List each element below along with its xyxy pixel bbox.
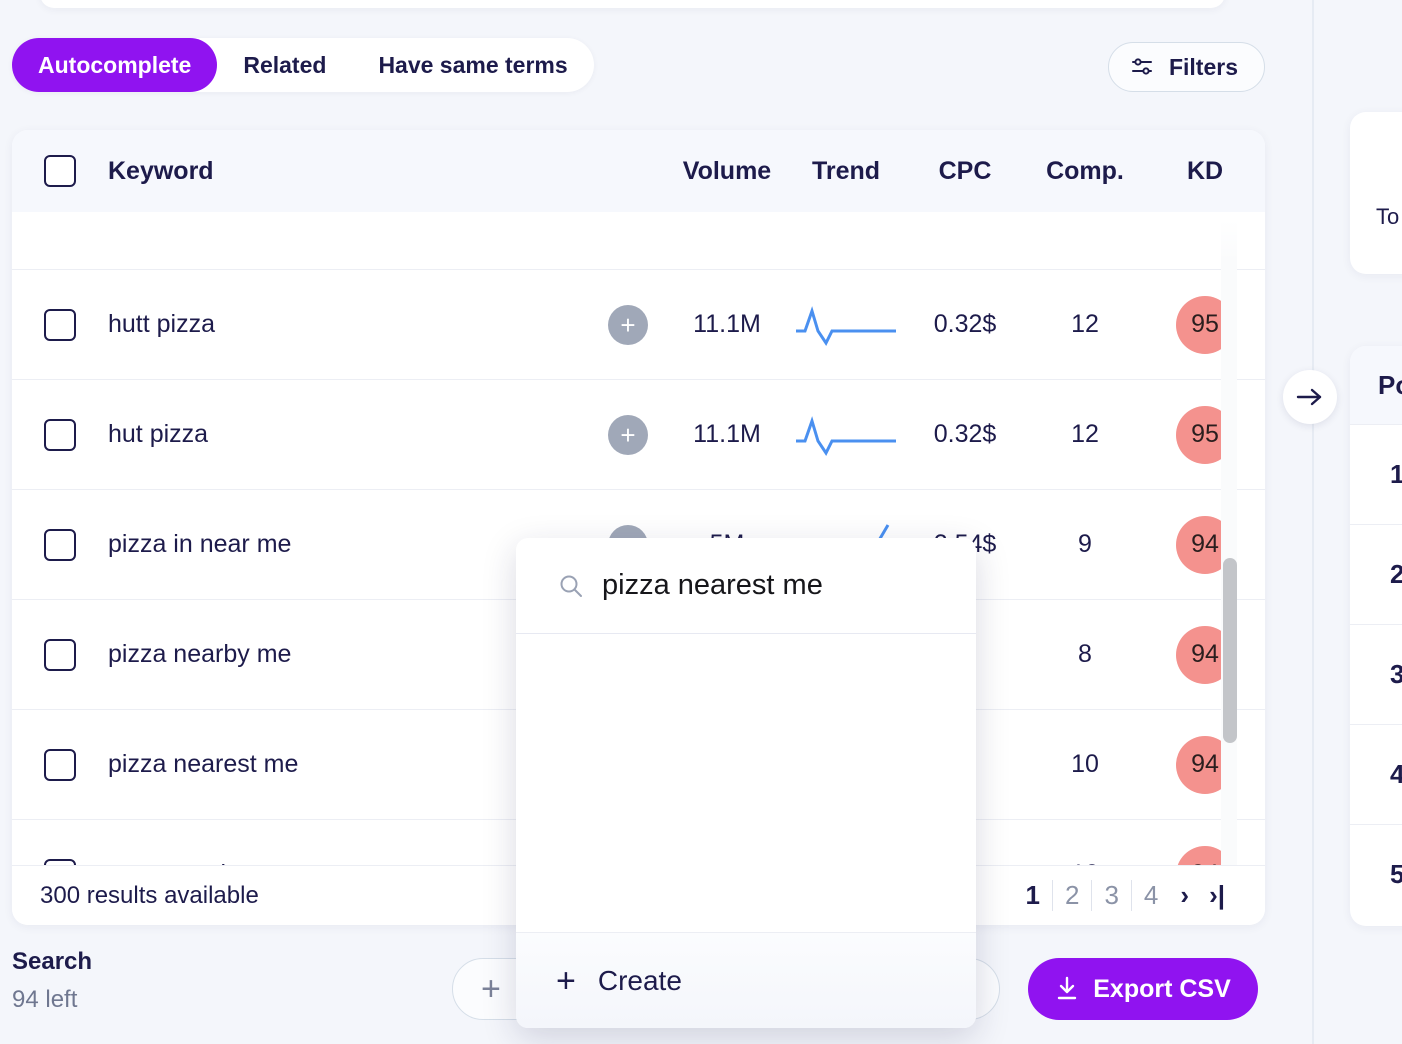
row-comp: 8 bbox=[1078, 640, 1092, 668]
row-checkbox[interactable] bbox=[44, 638, 76, 671]
row-comp: 12 bbox=[1071, 420, 1099, 448]
page-3[interactable]: 3 bbox=[1091, 880, 1130, 911]
tab-related[interactable]: Related bbox=[217, 38, 352, 92]
col-header-comp[interactable]: Comp. bbox=[1025, 157, 1145, 186]
trend-sparkline-icon bbox=[796, 415, 896, 456]
col-header-trend[interactable]: Trend bbox=[787, 157, 905, 186]
export-csv-label: Export CSV bbox=[1093, 974, 1231, 1003]
add-keyword-button[interactable]: + bbox=[608, 304, 648, 345]
create-list-label: Create bbox=[597, 964, 682, 996]
row-checkbox[interactable] bbox=[44, 748, 76, 781]
right-panel-position-row[interactable]: 3 bbox=[1350, 624, 1402, 724]
arrow-right-icon bbox=[1296, 388, 1322, 406]
search-quota-title: Search bbox=[12, 948, 93, 975]
filters-button[interactable]: Filters bbox=[1107, 42, 1265, 92]
keyword-search-popup: pizza nearest me + Create bbox=[516, 538, 976, 1028]
keyword-source-tabs: Autocomplete Related Have same terms bbox=[12, 38, 594, 92]
page-4[interactable]: 4 bbox=[1130, 880, 1170, 911]
page-1[interactable]: 1 bbox=[1014, 880, 1052, 911]
popup-results-list bbox=[516, 634, 976, 932]
row-checkbox[interactable] bbox=[44, 528, 76, 561]
app-root: Autocomplete Related Have same terms Fil… bbox=[0, 0, 1402, 1044]
col-header-kd[interactable]: KD bbox=[1145, 157, 1265, 186]
table-row[interactable]: hut pizza + 11.1M 0.32$ 12 95 bbox=[12, 380, 1265, 490]
select-all-checkbox[interactable] bbox=[44, 155, 76, 187]
right-panel-position-row[interactable]: 4 bbox=[1350, 724, 1402, 824]
table-row[interactable]: + bbox=[12, 212, 1265, 270]
plus-icon: + bbox=[556, 961, 576, 1000]
right-panel-card-top-label: To bbox=[1376, 204, 1400, 229]
row-checkbox[interactable] bbox=[44, 308, 76, 341]
add-keyword-button[interactable]: + bbox=[608, 414, 648, 455]
row-cpc: 0.32$ bbox=[933, 310, 997, 338]
row-trend bbox=[787, 303, 905, 347]
row-volume: 11.1M bbox=[693, 420, 761, 448]
sliders-icon bbox=[1131, 58, 1152, 75]
tab-have-same-terms-label: Have same terms bbox=[378, 51, 568, 78]
pagination: 1 2 3 4 › ›| bbox=[1014, 880, 1235, 911]
filters-label: Filters bbox=[1168, 53, 1238, 80]
table-header-row: Keyword Volume Trend CPC Comp. KD bbox=[12, 130, 1265, 212]
right-panel-positions-table: Po 1 2 3 4 5 bbox=[1350, 346, 1402, 926]
row-checkbox[interactable] bbox=[44, 418, 76, 451]
row-comp: 9 bbox=[1078, 530, 1092, 558]
row-trend bbox=[787, 413, 905, 457]
col-header-cpc[interactable]: CPC bbox=[905, 157, 1025, 186]
row-volume: 11.1M bbox=[693, 310, 761, 338]
select-all-cell bbox=[12, 155, 108, 187]
row-keyword: hutt pizza bbox=[108, 310, 216, 338]
search-icon bbox=[560, 575, 582, 597]
table-row[interactable]: hutt pizza + 11.1M 0.32$ 12 95 bbox=[12, 270, 1265, 380]
search-quota: Search 94 left bbox=[12, 948, 92, 1014]
search-quota-remaining: 94 left bbox=[12, 986, 78, 1013]
right-rail-divider bbox=[1312, 0, 1314, 1044]
panel-above-peek bbox=[40, 0, 1225, 8]
tab-related-label: Related bbox=[243, 51, 327, 78]
expand-panel-button[interactable] bbox=[1283, 370, 1337, 424]
table-scrollbar-thumb[interactable] bbox=[1223, 558, 1237, 743]
row-cpc: 0.32$ bbox=[933, 420, 997, 448]
row-comp: 12 bbox=[1071, 310, 1099, 338]
right-panel-positions-header: Po bbox=[1350, 346, 1402, 424]
results-count: 300 results available bbox=[40, 881, 259, 909]
next-page-button[interactable]: › bbox=[1170, 880, 1199, 911]
popup-search-field[interactable]: pizza nearest me bbox=[516, 538, 976, 634]
right-panel-position-row[interactable]: 2 bbox=[1350, 524, 1402, 624]
last-page-button[interactable]: ›| bbox=[1199, 880, 1235, 911]
right-panel-position-row[interactable]: 5 bbox=[1350, 824, 1402, 924]
right-panel-card-top: To bbox=[1350, 112, 1402, 274]
popup-search-value: pizza nearest me bbox=[602, 569, 823, 601]
row-keyword: hut pizza bbox=[108, 420, 209, 448]
right-panel-position-row[interactable]: 1 bbox=[1350, 424, 1402, 524]
tab-have-same-terms[interactable]: Have same terms bbox=[352, 38, 593, 92]
page-2[interactable]: 2 bbox=[1051, 880, 1091, 911]
export-csv-button[interactable]: Export CSV bbox=[1028, 958, 1258, 1020]
table-scrollbar-track[interactable] bbox=[1221, 214, 1237, 868]
tab-autocomplete[interactable]: Autocomplete bbox=[12, 38, 218, 92]
row-comp: 10 bbox=[1071, 750, 1099, 778]
trend-sparkline-icon bbox=[796, 305, 896, 346]
create-list-button[interactable]: + Create bbox=[516, 932, 976, 1028]
col-header-keyword[interactable]: Keyword bbox=[108, 157, 589, 186]
col-header-volume[interactable]: Volume bbox=[667, 157, 787, 186]
download-icon bbox=[1058, 976, 1077, 1000]
tab-autocomplete-label: Autocomplete bbox=[38, 51, 192, 78]
plus-icon: + bbox=[481, 970, 501, 1008]
